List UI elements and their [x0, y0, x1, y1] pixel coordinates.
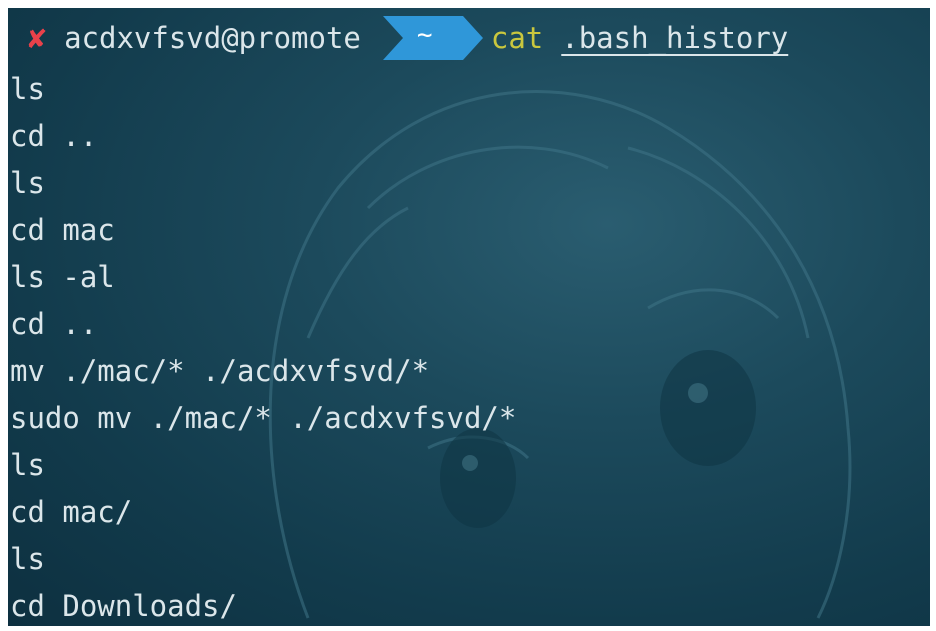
- output-line: ls: [10, 448, 45, 482]
- output-line: ls: [10, 72, 45, 106]
- dir-arrow-shape: [382, 16, 483, 60]
- command-output: ls cd .. ls cd mac ls -al cd .. mv ./mac…: [10, 66, 516, 626]
- x-mark-icon: ✘: [28, 20, 47, 56]
- prompt-line: ✘ acdxvfsvd@promote ~ cat .bash_history: [8, 16, 788, 60]
- terminal-window[interactable]: ✘ acdxvfsvd@promote ~ cat .bash_history …: [8, 8, 930, 626]
- output-line: cd mac/: [10, 495, 133, 529]
- output-line: ls: [10, 166, 45, 200]
- prompt-directory: ~: [416, 20, 433, 50]
- command-name: cat: [490, 21, 544, 55]
- output-line: cd mac: [10, 213, 115, 247]
- output-line: ls -al: [10, 260, 115, 294]
- command-argument: .bash_history: [561, 21, 789, 55]
- output-line: cd ..: [10, 119, 98, 153]
- prompt-directory-segment: ~: [382, 16, 483, 60]
- output-line: cd Downloads/: [10, 589, 237, 623]
- output-line: mv ./mac/* ./acdxvfsvd/*: [10, 354, 430, 388]
- output-line: sudo mv ./mac/* ./acdxvfsvd/*: [10, 401, 517, 435]
- output-line: ls: [10, 542, 45, 576]
- prompt-user-host: acdxvfsvd@promote: [64, 21, 361, 55]
- output-line: cd ..: [10, 307, 98, 341]
